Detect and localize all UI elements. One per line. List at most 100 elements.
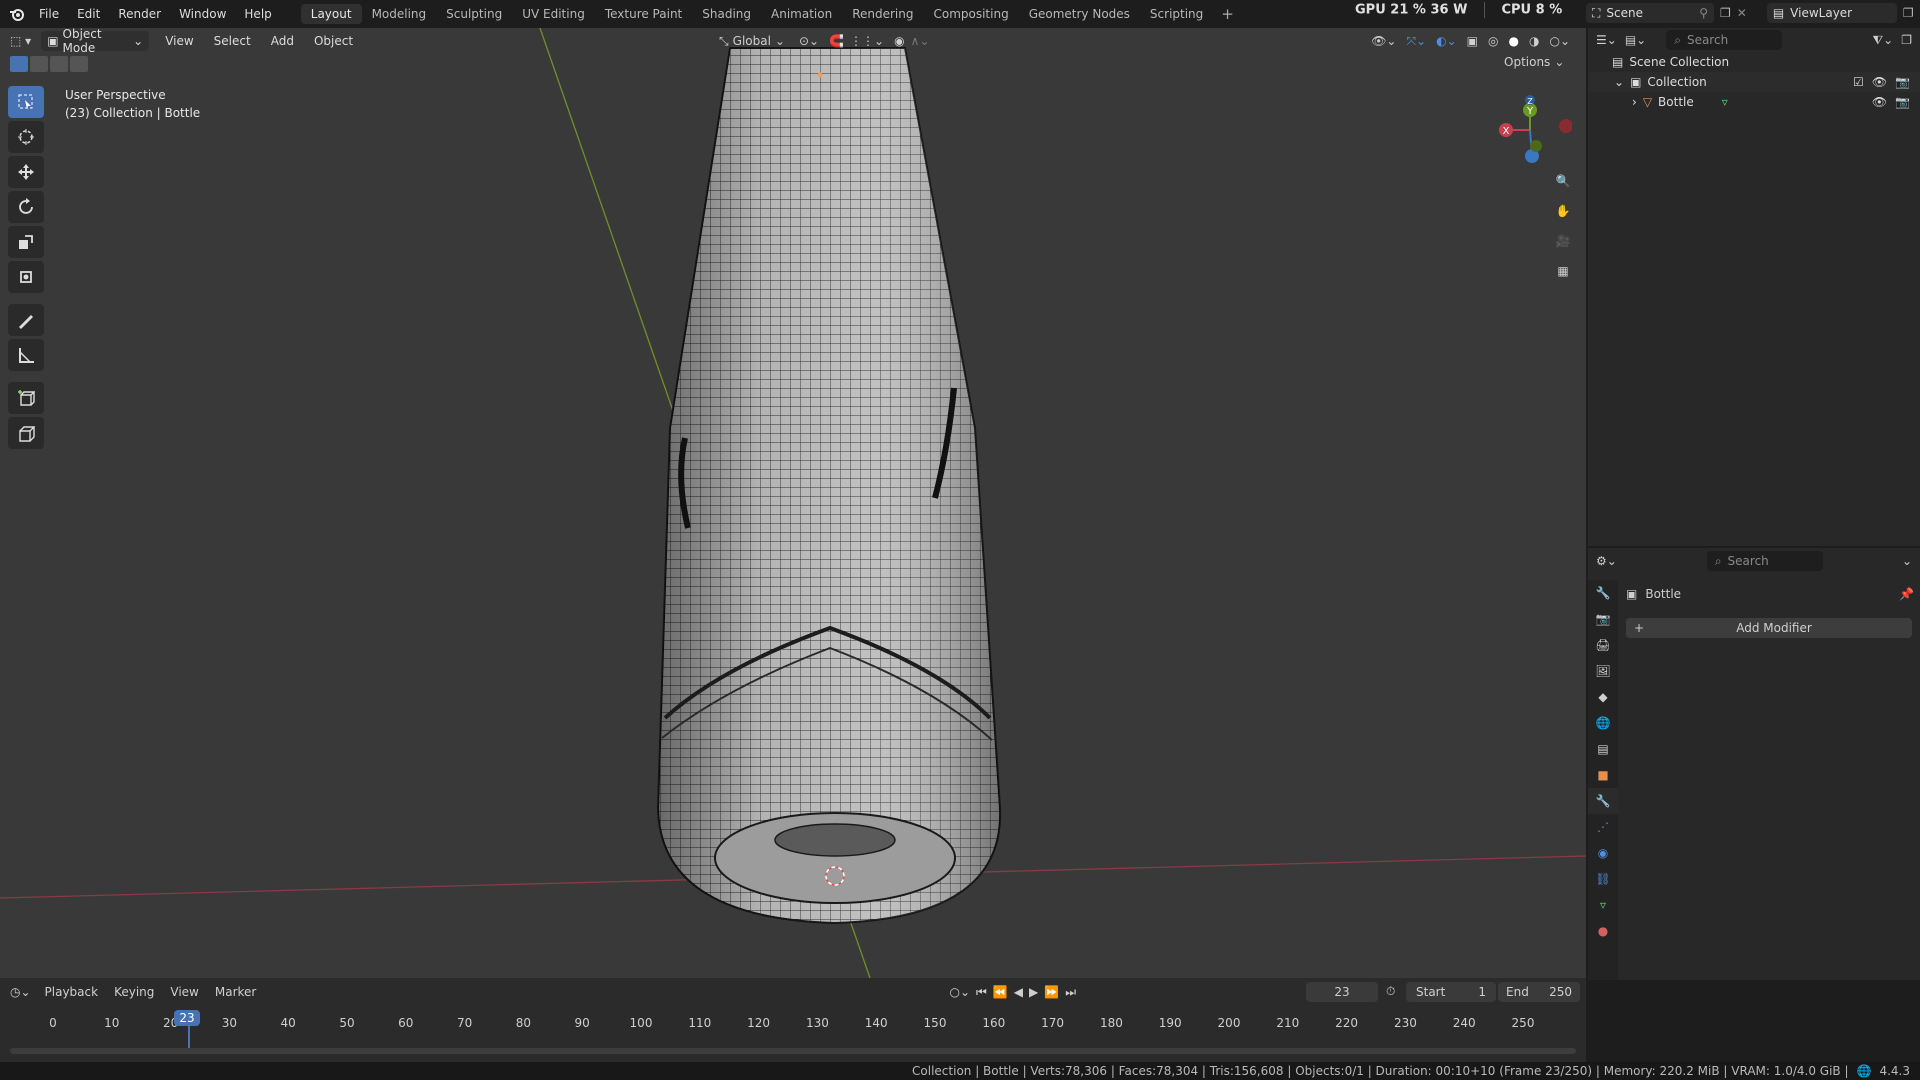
- tool-tab-icon[interactable]: 🔧: [1588, 580, 1618, 606]
- mode-dropdown[interactable]: ▣ Object Mode ⌄: [41, 27, 150, 55]
- collection-row[interactable]: ⌄ ▣ Collection ☑ 👁 📷: [1588, 72, 1920, 92]
- rendered-shading-icon[interactable]: ○⌄: [1549, 34, 1570, 48]
- tab-uv-editing[interactable]: UV Editing: [512, 4, 595, 24]
- viewport-menu-object[interactable]: Object: [314, 34, 353, 48]
- scene-tab-icon[interactable]: ◆: [1588, 684, 1618, 710]
- outliner-search-input[interactable]: ⌕ Search: [1666, 30, 1783, 50]
- viewport-canvas[interactable]: [0, 28, 1586, 978]
- world-tab-icon[interactable]: 🌐: [1588, 710, 1618, 736]
- material-tab-icon[interactable]: ●: [1588, 918, 1618, 944]
- delete-scene-icon[interactable]: ✕: [1737, 6, 1747, 20]
- render-tab-icon[interactable]: 📷: [1588, 606, 1618, 632]
- cursor-tool-icon[interactable]: [8, 121, 44, 153]
- new-collection-icon[interactable]: ❐: [1901, 33, 1912, 47]
- tab-animation[interactable]: Animation: [761, 4, 842, 24]
- xray-icon[interactable]: ▣: [1467, 34, 1478, 48]
- keyframe-icon[interactable]: ○⌄: [949, 985, 970, 999]
- move-tool-icon[interactable]: [8, 156, 44, 188]
- end-frame-field[interactable]: End 250: [1498, 982, 1580, 1002]
- viewport-menu-view[interactable]: View: [165, 34, 193, 48]
- select-subtract-icon[interactable]: [50, 56, 68, 72]
- object-tab-icon[interactable]: ■: [1588, 762, 1618, 788]
- tab-shading[interactable]: Shading: [692, 4, 761, 24]
- tab-texture-paint[interactable]: Texture Paint: [595, 4, 692, 24]
- new-view-layer-icon[interactable]: ❐: [1903, 6, 1914, 20]
- play-icon[interactable]: ▶: [1029, 985, 1038, 999]
- select-extend-icon[interactable]: [30, 56, 48, 72]
- eye-icon[interactable]: 👁: [1872, 95, 1887, 109]
- properties-editor-icon[interactable]: ⚙⌄: [1596, 554, 1617, 568]
- chevron-down-icon[interactable]: ⌄: [1614, 75, 1624, 89]
- bottle-row[interactable]: › ▽ Bottle ▿ 👁 📷: [1588, 92, 1920, 112]
- constraints-tab-icon[interactable]: ⛓: [1588, 866, 1618, 892]
- physics-tab-icon[interactable]: ◉: [1588, 840, 1618, 866]
- tab-scripting[interactable]: Scripting: [1140, 4, 1213, 24]
- tab-geometry-nodes[interactable]: Geometry Nodes: [1019, 4, 1140, 24]
- falloff-icon[interactable]: ∧⌄: [911, 34, 930, 48]
- timeline-menu-marker[interactable]: Marker: [215, 985, 256, 999]
- playhead-frame-label[interactable]: 23: [174, 1010, 200, 1026]
- viewport-menu-select[interactable]: Select: [214, 34, 251, 48]
- camera-view-icon[interactable]: 🎥: [1550, 228, 1576, 254]
- properties-search-input[interactable]: ⌕ Search: [1706, 551, 1823, 571]
- tab-rendering[interactable]: Rendering: [842, 4, 923, 24]
- snap-target-icon[interactable]: ⋮⋮⌄: [850, 34, 884, 48]
- select-new-icon[interactable]: [10, 56, 28, 72]
- play-reverse-icon[interactable]: ◀: [1014, 985, 1023, 999]
- rotate-tool-icon[interactable]: [8, 191, 44, 223]
- eye-icon[interactable]: 👁: [1872, 75, 1887, 89]
- overlay-icon[interactable]: ◐⌄: [1436, 34, 1457, 48]
- editor-type-icon[interactable]: ⬚ ▾: [10, 34, 31, 48]
- camera-icon[interactable]: 📷: [1895, 75, 1910, 89]
- blender-logo-icon[interactable]: [4, 0, 30, 28]
- prev-keyframe-icon[interactable]: ⏪: [993, 985, 1008, 999]
- chevron-right-icon[interactable]: ›: [1632, 95, 1637, 109]
- material-shading-icon[interactable]: ◑: [1529, 34, 1539, 48]
- timeline-scrollbar[interactable]: [10, 1048, 1576, 1054]
- menu-help[interactable]: Help: [235, 0, 280, 28]
- measure-tool-icon[interactable]: [8, 339, 44, 371]
- menu-window[interactable]: Window: [170, 0, 235, 28]
- particles-tab-icon[interactable]: ⋰: [1588, 814, 1618, 840]
- tab-compositing[interactable]: Compositing: [923, 4, 1018, 24]
- scale-tool-icon[interactable]: [8, 226, 44, 258]
- ortho-grid-icon[interactable]: ▦: [1550, 258, 1576, 284]
- menu-edit[interactable]: Edit: [68, 0, 109, 28]
- menu-render[interactable]: Render: [109, 0, 170, 28]
- add-cube-tool-icon[interactable]: [8, 382, 44, 414]
- add-modifier-button[interactable]: + Add Modifier: [1626, 618, 1912, 638]
- timeline-menu-keying[interactable]: Keying: [114, 985, 154, 999]
- scene-collection-row[interactable]: ▤ Scene Collection: [1588, 52, 1920, 72]
- pivot-icon[interactable]: ⊙⌄: [799, 34, 819, 48]
- pan-hand-icon[interactable]: ✋: [1550, 198, 1576, 224]
- options-dropdown[interactable]: Options ⌄: [1504, 55, 1564, 69]
- timeline-menu-playback[interactable]: Playback: [45, 985, 99, 999]
- transform-tool-icon[interactable]: [8, 261, 44, 293]
- collection-tab-icon[interactable]: ▤: [1588, 736, 1618, 762]
- view-layer-tab-icon[interactable]: 🖼: [1588, 658, 1618, 684]
- transform-orientation[interactable]: ⤡ Global ⌄: [719, 34, 785, 49]
- new-scene-icon[interactable]: ❐: [1720, 6, 1731, 20]
- visibility-icon[interactable]: 👁⌄: [1371, 34, 1396, 48]
- output-tab-icon[interactable]: 🖨: [1588, 632, 1618, 658]
- add-workspace-button[interactable]: +: [1213, 5, 1242, 23]
- next-keyframe-icon[interactable]: ⏩: [1044, 985, 1059, 999]
- outliner-editor-icon[interactable]: ☰⌄: [1596, 33, 1617, 47]
- object-tool-icon[interactable]: [8, 417, 44, 449]
- viewport-menu-add[interactable]: Add: [271, 34, 294, 48]
- zoom-icon[interactable]: 🔍: [1550, 168, 1576, 194]
- stopwatch-icon[interactable]: ⏱: [1386, 984, 1395, 999]
- camera-icon[interactable]: 📷: [1895, 95, 1910, 109]
- tab-sculpting[interactable]: Sculpting: [436, 4, 512, 24]
- proportional-edit-icon[interactable]: ◉: [894, 34, 904, 48]
- scene-field[interactable]: ⛶ Scene ⚲: [1586, 3, 1714, 23]
- 3d-viewport[interactable]: [0, 28, 1586, 978]
- pin-icon[interactable]: 📌: [1899, 587, 1914, 601]
- menu-file[interactable]: File: [30, 0, 68, 28]
- annotate-tool-icon[interactable]: [8, 304, 44, 336]
- timeline-menu-view[interactable]: View: [170, 985, 198, 999]
- pin-icon[interactable]: ⚲: [1699, 6, 1708, 20]
- jump-end-icon[interactable]: ⏭: [1065, 985, 1076, 1000]
- timeline-editor-icon[interactable]: ◷⌄: [10, 985, 31, 999]
- chevron-down-icon[interactable]: ⌄: [1902, 554, 1912, 568]
